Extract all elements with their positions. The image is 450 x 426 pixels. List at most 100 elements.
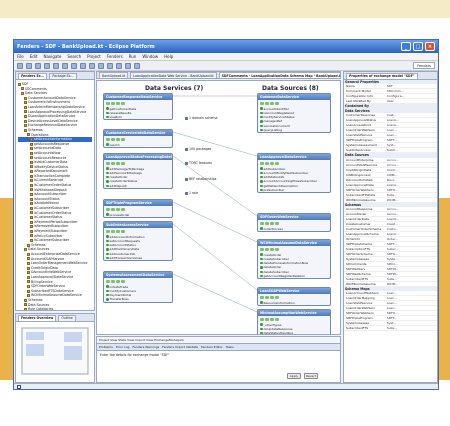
bottom-tab[interactable]: Problems — [99, 345, 113, 349]
menu-item-fenders[interactable]: Fenders — [107, 54, 123, 59]
action-icon[interactable] — [270, 317, 274, 321]
menu-item-help[interactable]: Help — [164, 54, 173, 59]
action-icon[interactable] — [106, 137, 110, 141]
data-source-operation[interactable]: getAccountRegisterRelation — [258, 274, 330, 278]
bottom-tab[interactable]: Error Log — [116, 345, 130, 349]
action-icon[interactable] — [270, 295, 274, 299]
action-icon[interactable] — [106, 101, 110, 105]
navigator-tab[interactable]: Fenders Ex... — [18, 72, 48, 79]
action-icon[interactable] — [265, 247, 269, 251]
properties-tab-title[interactable]: Properties of exchange model "SDF" — [346, 72, 418, 79]
action-icon[interactable] — [265, 295, 269, 299]
data-service-operation[interactable]: viewInfo — [104, 115, 172, 119]
overview-tab[interactable]: Fenders Overview — [18, 314, 57, 321]
toolbar-icon[interactable] — [53, 62, 59, 69]
data-source-box[interactable]: LoanApprovalDataService addSubscriber acco… — [257, 153, 331, 194]
action-icon[interactable] — [116, 207, 120, 211]
overview-thumbnail[interactable] — [16, 322, 95, 382]
toolbar-icon[interactable] — [17, 62, 23, 69]
data-service-operation[interactable]: addTransactionValues — [104, 256, 172, 260]
bottom-tab[interactable]: Fenders Import Validate — [162, 345, 198, 349]
action-icon[interactable] — [260, 221, 264, 225]
action-icon[interactable] — [116, 279, 120, 283]
data-source-box[interactable]: CustomerDataService accountIdentifier isAc… — [257, 93, 331, 134]
navigator-tab[interactable]: Package Ex... — [49, 72, 77, 79]
action-icon[interactable] — [111, 279, 115, 283]
data-source-box[interactable]: MinimalAssumptionWebService _otherTypes do… — [257, 309, 331, 334]
overview-tab[interactable]: Outline — [58, 314, 76, 321]
data-service-operation[interactable]: addDeposit — [104, 184, 172, 188]
action-icon[interactable] — [275, 247, 279, 251]
bottom-tab[interactable]: Tasks — [226, 345, 234, 349]
data-service-box[interactable]: CustomerResponseDataService getCustomerDa… — [103, 93, 173, 121]
bottom-tab[interactable]: Fenders Warnings — [132, 345, 159, 349]
action-icon[interactable] — [111, 229, 115, 233]
action-icon[interactable] — [260, 161, 264, 165]
action-icon[interactable] — [121, 229, 125, 233]
action-icon[interactable] — [265, 101, 269, 105]
data-service-operation[interactable]: processOrder — [104, 213, 172, 217]
action-icon[interactable] — [111, 207, 115, 211]
data-source-operation[interactable]: preSubscriber — [258, 188, 330, 192]
action-icon[interactable] — [270, 221, 274, 225]
action-icon[interactable] — [275, 161, 279, 165]
editor-tab[interactable]: SDFComments - LoanApplicationData Schema… — [218, 72, 340, 78]
data-service-box[interactable]: SystemsAssessmentDataService initiateTrad… — [103, 271, 173, 303]
toolbar-icon[interactable] — [71, 62, 77, 69]
apply-button[interactable]: Apply — [287, 373, 301, 379]
toolbar-icon[interactable] — [116, 62, 122, 69]
diagram-canvas[interactable]: Data Services (7) Data Sources (8) Custo… — [96, 80, 341, 335]
action-icon[interactable] — [106, 229, 110, 233]
close-button[interactable]: × — [425, 42, 435, 51]
toolbar-icon[interactable] — [80, 62, 86, 69]
data-service-box[interactable]: SubOrderAccessService addAccountInformati… — [103, 221, 173, 262]
data-service-operation[interactable]: TransferBoxs — [104, 297, 172, 301]
action-icon[interactable] — [270, 247, 274, 251]
action-icon[interactable] — [116, 161, 120, 165]
menu-item-project[interactable]: Project — [87, 54, 101, 59]
editor-tab[interactable]: BankUpload.kt — [99, 72, 129, 78]
action-icon[interactable] — [116, 137, 120, 141]
data-source-box[interactable]: SDFOrderWebService orderProcess — [257, 213, 331, 232]
data-source-operation[interactable]: queryListing — [258, 128, 330, 132]
action-icon[interactable] — [265, 317, 269, 321]
action-icon[interactable] — [121, 279, 125, 283]
action-icon[interactable] — [275, 101, 279, 105]
action-icon[interactable] — [265, 161, 269, 165]
action-icon[interactable] — [106, 279, 110, 283]
toolbar-icon[interactable] — [62, 62, 68, 69]
minimize-button[interactable]: _ — [401, 42, 411, 51]
action-icon[interactable] — [270, 101, 274, 105]
bottom-tab[interactable]: Fenders Editor — [201, 345, 223, 349]
revert-button[interactable]: Revert — [304, 373, 318, 379]
editor-tab[interactable]: LoanApplicationData Web Service - BankUp… — [130, 72, 217, 78]
toolbar-icon[interactable] — [35, 62, 41, 69]
data-service-box[interactable]: CustomerServiceInfoDataService search — [103, 129, 173, 148]
toolbar-icon[interactable] — [89, 62, 95, 69]
action-icon[interactable] — [121, 137, 125, 141]
menu-item-edit[interactable]: Edit — [30, 54, 38, 59]
action-icon[interactable] — [275, 317, 279, 321]
data-source-box[interactable]: WCIMinimalAssumeDataService createOrder cr… — [257, 239, 331, 280]
action-icon[interactable] — [275, 295, 279, 299]
data-service-box[interactable]: LoanApprovalStatusProcessingDataService a… — [103, 153, 173, 189]
data-source-box[interactable]: LoanSOAPWebService ResourceInformation — [257, 287, 331, 306]
action-icon[interactable] — [275, 221, 279, 225]
action-icon[interactable] — [106, 207, 110, 211]
property-row[interactable]: SubscribedFTS Subs... — [344, 326, 437, 332]
action-icon[interactable] — [121, 161, 125, 165]
maximize-button[interactable]: □ — [413, 42, 423, 51]
action-icon[interactable] — [111, 101, 115, 105]
toolbar-icon[interactable] — [134, 62, 140, 69]
tree-item[interactable]: Rule Categories — [18, 307, 92, 310]
action-icon[interactable] — [111, 161, 115, 165]
data-source-operation[interactable]: ResourceInformation — [258, 301, 330, 305]
action-icon[interactable] — [121, 101, 125, 105]
toolbar-icon[interactable] — [107, 62, 113, 69]
action-icon[interactable] — [270, 161, 274, 165]
action-icon[interactable] — [116, 229, 120, 233]
menu-item-window[interactable]: Window — [142, 54, 158, 59]
action-icon[interactable] — [111, 137, 115, 141]
menu-item-search[interactable]: Search — [67, 54, 81, 59]
data-source-operation[interactable]: dataStatusHandling — [258, 331, 330, 334]
